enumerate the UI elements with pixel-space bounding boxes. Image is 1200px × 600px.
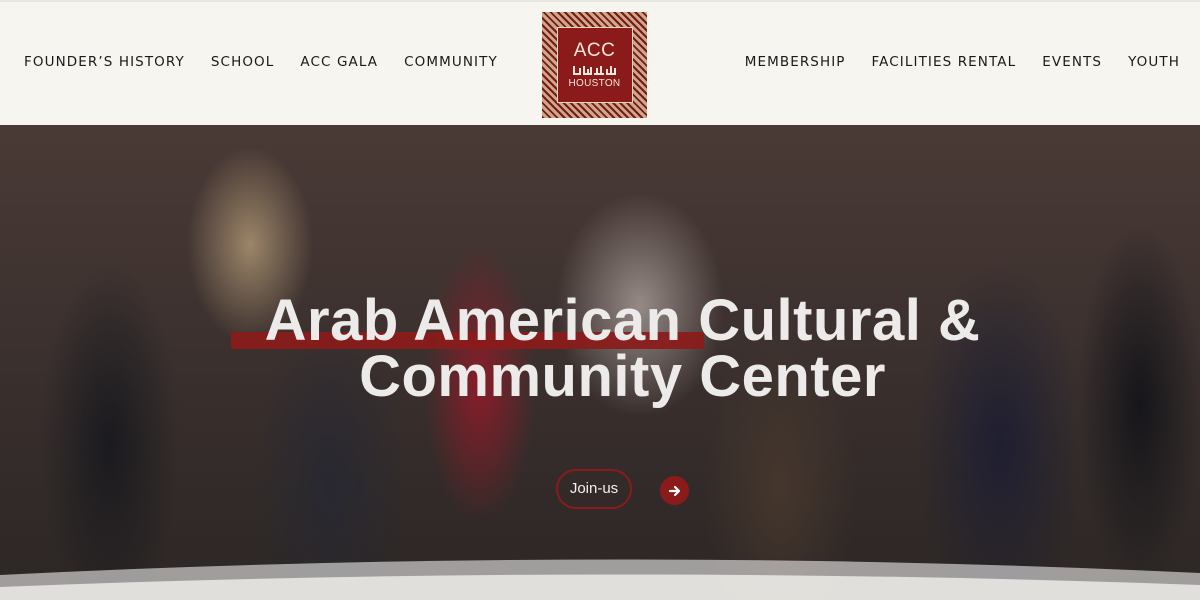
nav-item-community[interactable]: COMMUNITY: [404, 54, 498, 70]
acc-logo[interactable]: ACC HOUSTON: [542, 12, 647, 118]
logo-badge: ACC HOUSTON: [556, 27, 633, 103]
site-header: FOUNDER’S HISTORY SCHOOL ACC GALA COMMUN…: [0, 0, 1200, 125]
nav-left: FOUNDER’S HISTORY SCHOOL ACC GALA COMMUN…: [24, 54, 524, 70]
nav-right: MEMBERSHIP FACILITIES RENTAL EVENTS YOUT…: [719, 54, 1180, 70]
logo-text-acc: ACC: [573, 40, 616, 61]
nav-item-youth[interactable]: YOUTH: [1128, 54, 1180, 70]
join-us-button[interactable]: Join-us: [556, 469, 632, 509]
hero-title-line1: Arab American Cultural &: [264, 288, 981, 353]
arrow-right-circle-icon[interactable]: [660, 476, 689, 505]
hero-title-line2: Community Center: [359, 344, 886, 409]
logo-arabic-mark-icon: [572, 66, 616, 75]
hero-banner: Arab American Cultural & Community Cente…: [0, 125, 1200, 600]
arrow-right-icon: [668, 485, 680, 496]
nav-item-founders-history[interactable]: FOUNDER’S HISTORY: [24, 54, 185, 70]
logo-text-houston: HOUSTON: [568, 78, 621, 89]
nav-item-membership[interactable]: MEMBERSHIP: [745, 54, 846, 70]
hero-title: Arab American Cultural & Community Cente…: [0, 288, 1200, 409]
nav-item-events[interactable]: EVENTS: [1042, 54, 1102, 70]
hero-bottom-wave: [0, 559, 1200, 600]
nav-item-facilities-rental[interactable]: FACILITIES RENTAL: [872, 54, 1017, 70]
nav-item-acc-gala[interactable]: ACC GALA: [300, 54, 378, 70]
nav-item-school[interactable]: SCHOOL: [211, 54, 275, 70]
